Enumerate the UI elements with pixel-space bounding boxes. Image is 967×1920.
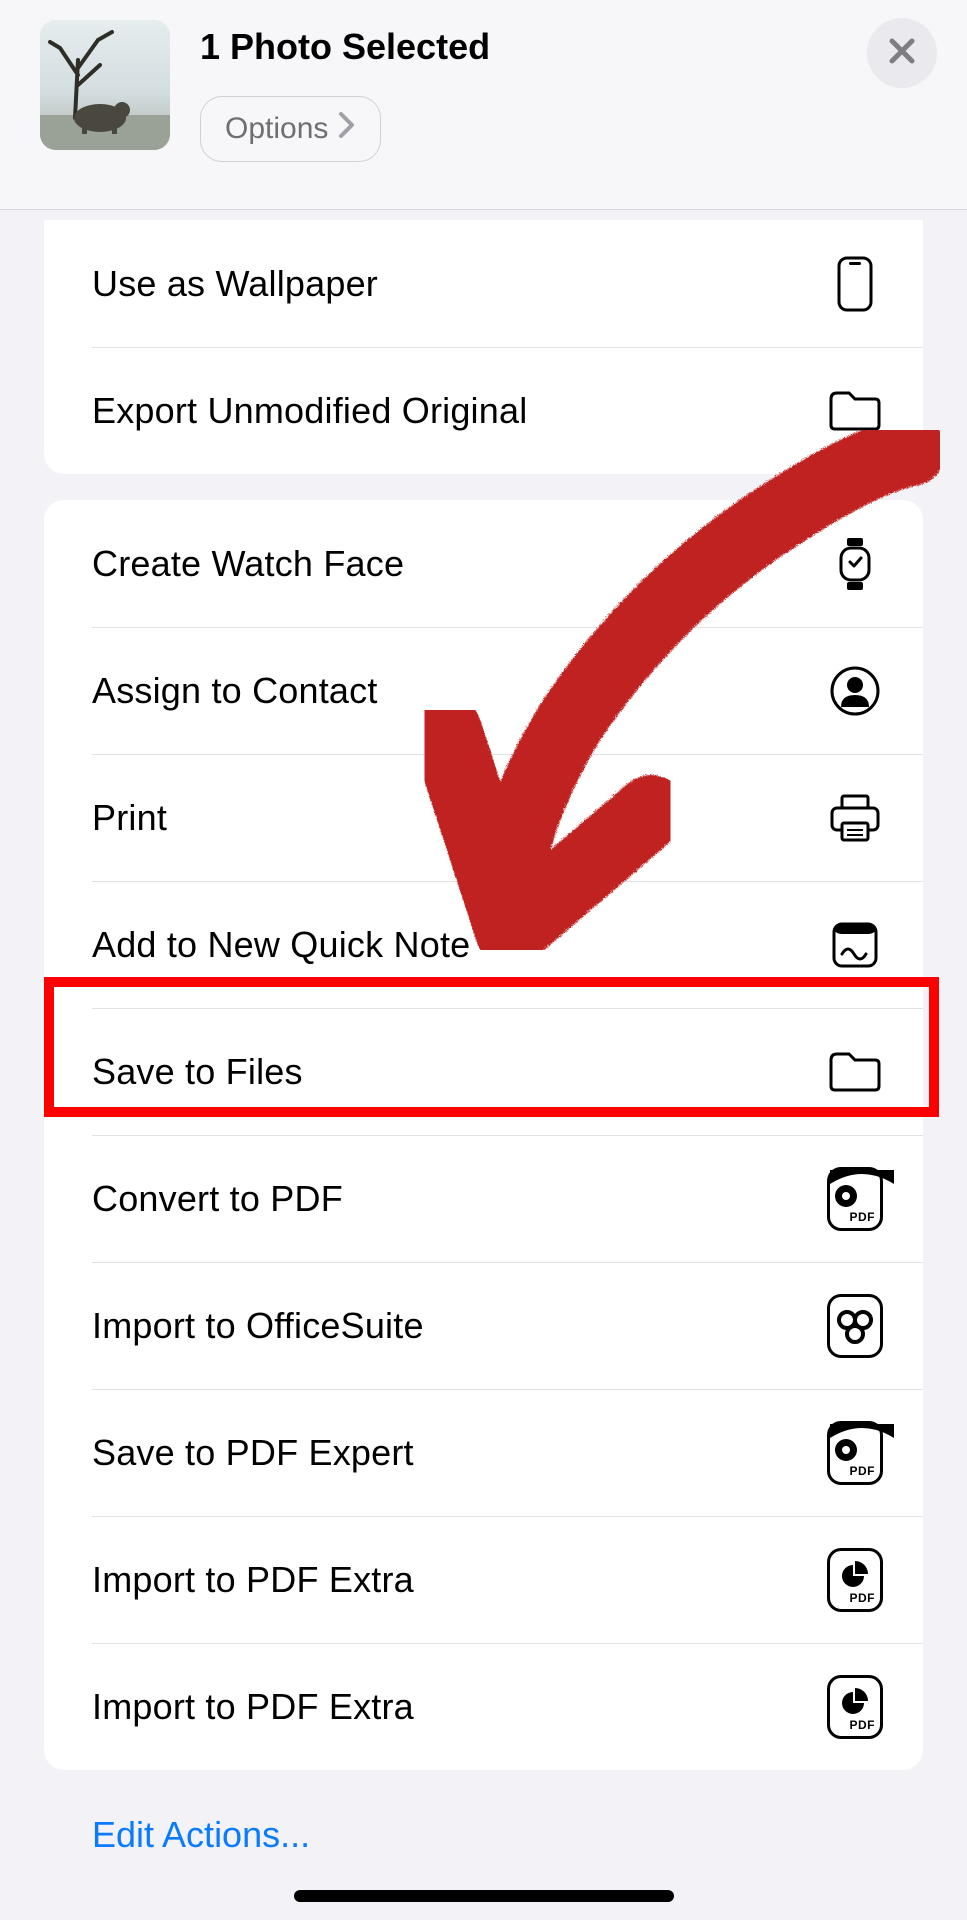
action-import-to-officesuite[interactable]: Import to OfficeSuite <box>44 1262 923 1389</box>
action-label: Add to New Quick Note <box>92 924 470 966</box>
options-button[interactable]: Options <box>200 96 381 162</box>
action-label: Export Unmodified Original <box>92 390 527 432</box>
selection-title: 1 Photo Selected <box>200 26 937 68</box>
action-import-to-pdf-extra-2[interactable]: Import to PDF Extra PDF <box>44 1643 923 1770</box>
contact-icon <box>827 663 883 719</box>
action-print[interactable]: Print <box>44 754 923 881</box>
actions-group-1: Use as Wallpaper Export Unmodified Origi… <box>44 220 923 474</box>
folder-icon <box>827 1044 883 1100</box>
actions-group-2: Create Watch Face Assign to Contact Prin… <box>44 500 923 1770</box>
officesuite-app-icon <box>827 1298 883 1354</box>
action-label: Save to PDF Expert <box>92 1432 414 1474</box>
edit-actions-link[interactable]: Edit Actions... <box>44 1770 923 1856</box>
action-label: Print <box>92 797 167 839</box>
action-convert-to-pdf[interactable]: Convert to PDF PDF <box>44 1135 923 1262</box>
action-label: Use as Wallpaper <box>92 263 378 305</box>
chevron-right-icon <box>338 111 356 147</box>
quick-note-icon <box>827 917 883 973</box>
pdf-expert-app-icon: PDF <box>827 1425 883 1481</box>
action-assign-to-contact[interactable]: Assign to Contact <box>44 627 923 754</box>
action-use-as-wallpaper[interactable]: Use as Wallpaper <box>44 220 923 347</box>
action-save-to-pdf-expert[interactable]: Save to PDF Expert PDF <box>44 1389 923 1516</box>
action-import-to-pdf-extra-1[interactable]: Import to PDF Extra PDF <box>44 1516 923 1643</box>
action-label: Assign to Contact <box>92 670 378 712</box>
share-sheet-header: 1 Photo Selected Options <box>0 0 967 210</box>
printer-icon <box>827 790 883 846</box>
pdf-extra-app-icon: PDF <box>827 1552 883 1608</box>
action-label: Import to PDF Extra <box>92 1686 414 1728</box>
close-button[interactable] <box>867 18 937 88</box>
action-label: Save to Files <box>92 1051 303 1093</box>
close-icon <box>887 36 917 71</box>
action-export-unmodified-original[interactable]: Export Unmodified Original <box>44 347 923 474</box>
phone-icon <box>827 256 883 312</box>
folder-icon <box>827 383 883 439</box>
watch-icon <box>827 536 883 592</box>
action-save-to-files[interactable]: Save to Files <box>44 1008 923 1135</box>
action-label: Create Watch Face <box>92 543 404 585</box>
action-add-to-new-quick-note[interactable]: Add to New Quick Note <box>44 881 923 1008</box>
action-label: Import to PDF Extra <box>92 1559 414 1601</box>
home-indicator[interactable] <box>294 1890 674 1902</box>
action-label: Convert to PDF <box>92 1178 343 1220</box>
action-create-watch-face[interactable]: Create Watch Face <box>44 500 923 627</box>
selected-photo-thumbnail <box>40 20 170 150</box>
pdf-extra-app-icon: PDF <box>827 1679 883 1735</box>
action-label: Import to OfficeSuite <box>92 1305 424 1347</box>
options-label: Options <box>225 112 328 146</box>
pdf-expert-app-icon: PDF <box>827 1171 883 1227</box>
